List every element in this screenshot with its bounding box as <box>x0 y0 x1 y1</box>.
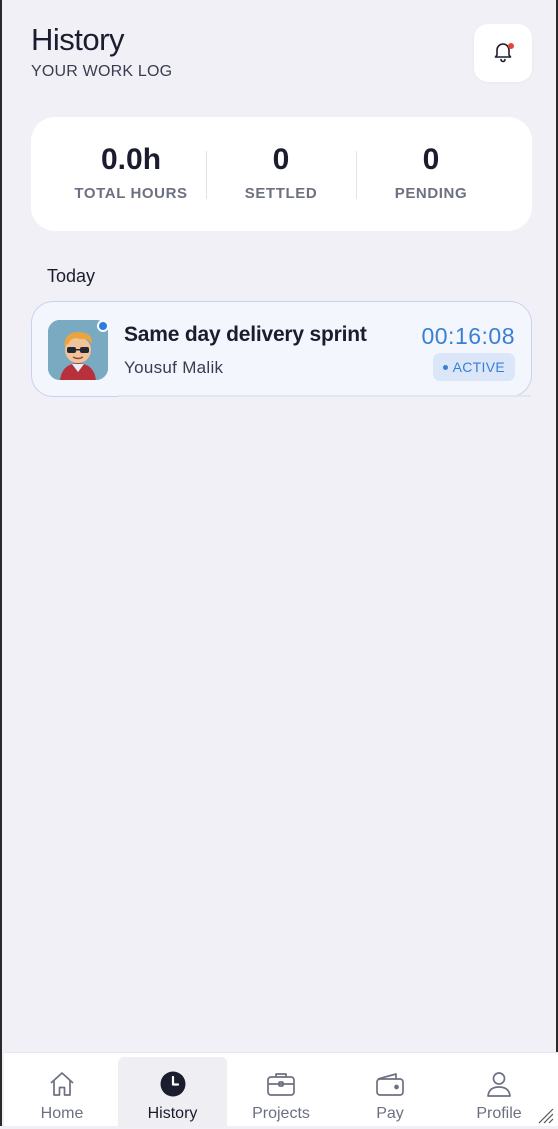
stat-value: 0 <box>272 143 290 176</box>
status-dot <box>442 364 448 370</box>
page-title: History <box>31 22 124 57</box>
stat-settled: 0 SETTLED <box>206 117 356 231</box>
stat-value: 0.0h <box>100 143 162 176</box>
tab-pay[interactable]: Pay <box>336 1057 444 1127</box>
tab-label: Home <box>40 1105 84 1122</box>
stat-label: TOTAL HOURS <box>74 185 188 202</box>
user-icon <box>482 1067 516 1101</box>
entry-title: Same day delivery sprint <box>124 323 367 346</box>
tab-label: Profile <box>476 1105 522 1122</box>
resize-grip-icon[interactable] <box>536 1106 554 1124</box>
status-badge-label: ACTIVE <box>452 359 505 375</box>
home-icon <box>45 1067 79 1101</box>
stat-label: SETTLED <box>244 185 318 202</box>
notification-badge <box>508 43 514 49</box>
tab-label: Projects <box>252 1105 310 1122</box>
tab-label: Pay <box>376 1105 404 1122</box>
notifications-button[interactable] <box>474 24 532 82</box>
clock-icon <box>156 1067 190 1101</box>
page-subtitle: YOUR WORK LOG <box>31 63 173 80</box>
stats-card: 0.0h TOTAL HOURS 0 SETTLED 0 PENDING <box>31 117 532 231</box>
stat-label: PENDING <box>394 185 468 202</box>
app-screen: History YOUR WORK LOG 0.0h TOTAL HOURS 0… <box>0 0 558 1127</box>
tab-home[interactable]: Home <box>8 1057 116 1127</box>
entry-person: Yousuf Malik <box>124 358 224 377</box>
briefcase-icon <box>264 1067 298 1101</box>
card-progress-track <box>118 395 531 397</box>
entry-timer: 00:16:08 <box>421 323 515 349</box>
stat-pending: 0 PENDING <box>356 117 506 231</box>
online-status-dot <box>97 320 109 332</box>
section-header-today: Today <box>47 266 96 286</box>
tab-label: History <box>147 1105 198 1122</box>
tab-projects[interactable]: Projects <box>227 1057 335 1127</box>
bottom-tab-bar: Home History Projects Pay Profile <box>4 1052 558 1127</box>
wallet-icon <box>373 1067 407 1101</box>
stat-value: 0 <box>422 143 440 176</box>
tab-history[interactable]: History <box>118 1057 227 1127</box>
status-badge: ACTIVE <box>432 353 515 381</box>
stat-total-hours: 0.0h TOTAL HOURS <box>31 117 231 231</box>
history-entry-card[interactable]: Same day delivery sprint Yousuf Malik 00… <box>31 301 532 397</box>
